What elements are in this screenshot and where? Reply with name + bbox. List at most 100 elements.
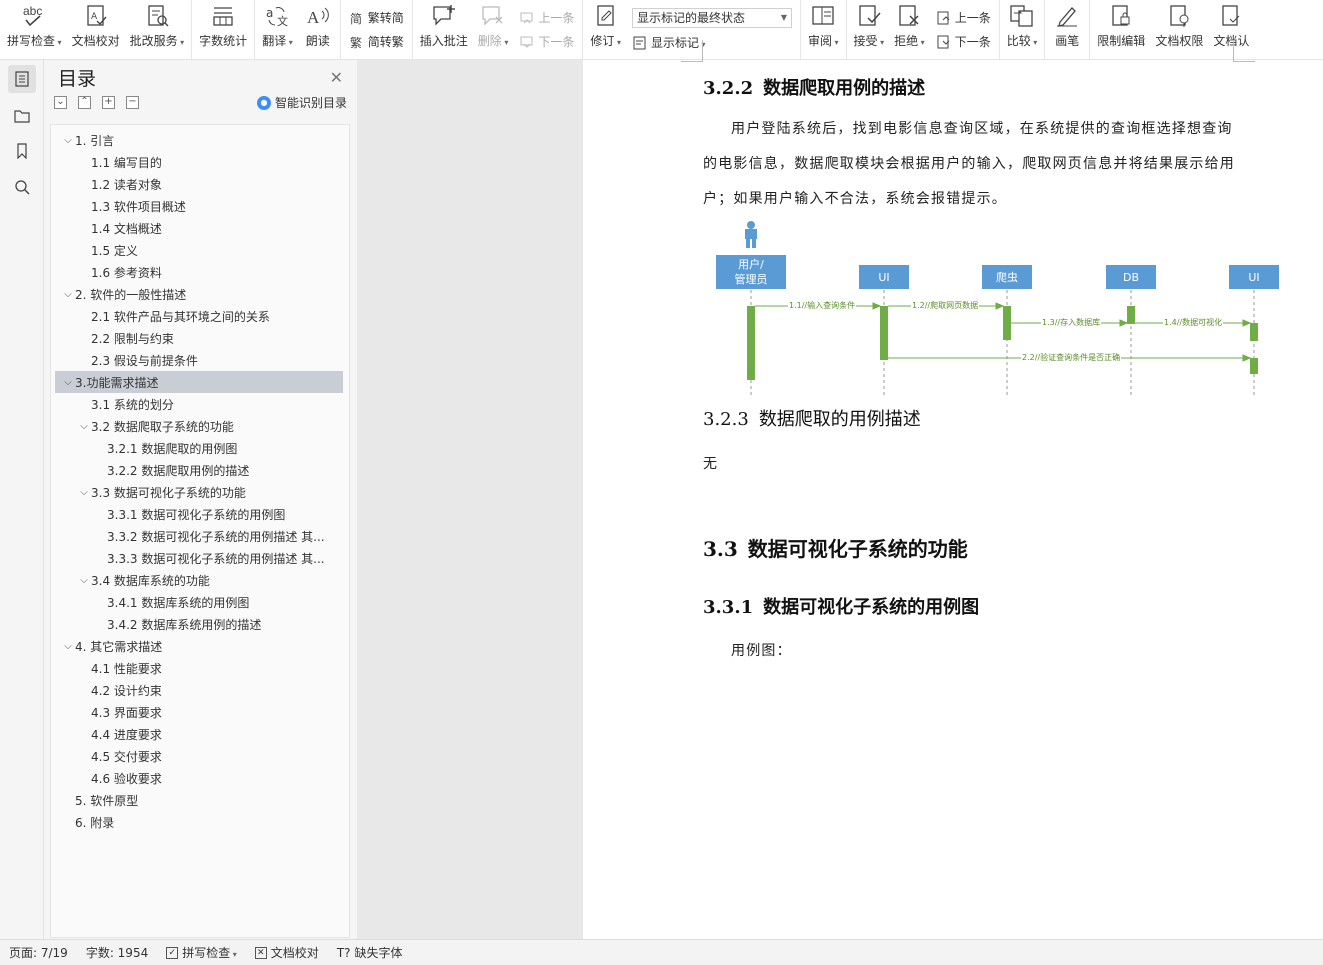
toc-item[interactable]: ⌵ 4. 其它需求描述 [55,635,343,657]
accept-button[interactable]: 接受 [849,0,890,59]
toc-item-label: 3.3.1 数据可视化子系统的用例图 [107,507,286,522]
toc-item[interactable]: 3.3.1 数据可视化子系统的用例图 [55,503,343,525]
expand-all-icon[interactable]: ⌄ [54,96,67,109]
next-change-button[interactable]: 下一条 [936,33,991,51]
toc-item[interactable]: ⌵ 3.功能需求描述 [55,371,343,393]
toc-item[interactable]: 4.5 交付要求 [55,745,343,767]
proofread-status[interactable]: ✕ 文档校对 [246,944,328,961]
delete-comment-button[interactable]: 删除 [473,0,514,59]
revise-button[interactable]: 修订 [585,0,626,59]
review-button[interactable]: 审阅 [803,0,844,59]
chevron-down-icon[interactable]: ⌵ [61,289,75,300]
insert-comment-icon [429,2,459,30]
toc-item[interactable]: 4.4 进度要求 [55,723,343,745]
page-indicator[interactable]: 页面: 7/19 [0,944,77,961]
chevron-down-icon[interactable]: ⌵ [61,377,75,388]
toc-item[interactable]: 1.6 参考资料 [55,261,343,283]
message-label: 1.3//存入数据库 [1041,317,1102,328]
reject-button[interactable]: 拒绝 [889,0,930,59]
toc-item[interactable]: 3.1 系统的划分 [55,393,343,415]
toc-item[interactable]: ⌵ 3.3 数据可视化子系统的功能 [55,481,343,503]
toc-item[interactable]: 2.2 限制与约束 [55,327,343,349]
toc-item-label: 1. 引言 [75,133,115,148]
ribbon-group-protect: 限制编辑 文档权限 文档认 [1090,0,1256,59]
chevron-down-icon[interactable]: ⌵ [61,641,75,652]
read-aloud-button[interactable]: A 朗读 [298,0,338,59]
missing-font-status[interactable]: T? 缺失字体 [328,944,412,961]
translate-button[interactable]: a文 翻译 [257,0,298,59]
toc-item-label: 4.1 性能要求 [91,661,162,676]
toc-item[interactable]: 3.2.1 数据爬取的用例图 [55,437,343,459]
toc-item[interactable]: ⌵ 3.4 数据库系统的功能 [55,569,343,591]
svg-text:简: 简 [350,12,362,25]
restrict-edit-button[interactable]: 限制编辑 [1092,0,1150,59]
insert-comment-button[interactable]: 插入批注 [415,0,473,59]
ink-label: 画笔 [1055,34,1080,48]
bookmark-icon[interactable] [8,137,36,165]
simp-to-trad-button[interactable]: 繁 简转繁 [349,33,404,51]
toc-item[interactable]: 3.3.2 数据可视化子系统的用例描述 其... [55,525,343,547]
show-markup-button[interactable]: 显示标记 [632,34,792,52]
toc-item[interactable]: 1.2 读者对象 [55,173,343,195]
toc-item[interactable]: ⌵ 2. 软件的一般性描述 [55,283,343,305]
ribbon-group-count: 字数统计 [192,0,256,59]
doc-proofread-button[interactable]: A 文档校对 [67,0,125,59]
markup-state-value: 显示标记的最终状态 [636,11,745,25]
toc-item[interactable]: 1.4 文档概述 [55,217,343,239]
chapter-icon[interactable] [8,101,36,129]
toc-item[interactable]: 6. 附录 [55,811,343,833]
collapse-all-icon[interactable]: ⌃ [78,96,91,109]
word-count-button[interactable]: 字数统计 [194,0,252,59]
toc-item[interactable]: 1.5 定义 [55,239,343,261]
toc-item[interactable]: 3.2.2 数据爬取用例的描述 [55,459,343,481]
toc-item[interactable]: 5. 软件原型 [55,789,343,811]
toc-item[interactable]: 4.1 性能要求 [55,657,343,679]
close-icon[interactable]: ✕ [330,68,343,87]
word-count-status[interactable]: 字数: 1954 [77,944,157,961]
trad-to-simp-button[interactable]: 简 繁转简 [349,9,404,27]
ribbon-group-compare: 比较 [1000,0,1046,59]
checkbox-icon: ✓ [166,946,179,959]
prev-comment-button[interactable]: 上一条 [519,9,574,27]
toc-item[interactable]: 3.3.3 数据可视化子系统的用例描述 其... [55,547,343,569]
doc-permission-button[interactable]: 文档权限 [1150,0,1208,59]
toc-item[interactable]: ⌵ 1. 引言 [55,129,343,151]
chevron-down-icon[interactable]: ⌵ [77,575,91,586]
doc-permission-label: 文档权限 [1155,34,1204,48]
toc-item[interactable]: 1.3 软件项目概述 [55,195,343,217]
promote-icon[interactable]: + [102,96,115,109]
document-page[interactable]: 3.2.2 数据爬取用例的描述 用户登陆系统后，找到电影信息查询区域，在系统提供的… [583,40,1323,939]
svg-text:繁: 繁 [350,35,362,49]
review-pane-icon [808,2,838,30]
spell-check-status[interactable]: ✓ 拼写检查 [157,944,246,961]
chevron-down-icon[interactable]: ⌵ [77,421,91,432]
toc-item[interactable]: 3.4.1 数据库系统的用例图 [55,591,343,613]
toc-item[interactable]: ⌵ 3.2 数据爬取子系统的功能 [55,415,343,437]
ribbon-group-proofing: abc 拼写检查 A 文档校对 批改服务 [0,0,193,59]
toc-item[interactable]: 4.3 界面要求 [55,701,343,723]
toc-item[interactable]: 2.1 软件产品与其环境之间的关系 [55,305,343,327]
search-icon[interactable] [8,173,36,201]
toc-panel-icon[interactable] [7,65,36,93]
demote-icon[interactable]: − [126,96,139,109]
markup-state-select[interactable]: 显示标记的最终状态 ▼ [631,7,792,28]
chevron-down-icon[interactable]: ⌵ [61,135,75,146]
compare-button[interactable]: 比较 [1002,0,1043,59]
spell-check-icon: abc [19,2,49,30]
correction-service-button[interactable]: 批改服务 [125,0,190,59]
spell-check-button[interactable]: abc 拼写检查 [2,0,67,59]
toc-item[interactable]: 1.1 编写目的 [55,151,343,173]
heading-text: 数据可视化子系统的功能 [747,537,968,561]
ink-button[interactable]: 画笔 [1047,0,1087,59]
prev-change-button[interactable]: 上一条 [936,9,991,27]
toc-item[interactable]: 2.3 假设与前提条件 [55,349,343,371]
chevron-down-icon[interactable]: ⌵ [77,487,91,498]
next-comment-button[interactable]: 下一条 [519,33,574,51]
ai-icon: ● [256,95,271,110]
toc-item[interactable]: 4.2 设计约束 [55,679,343,701]
toc-item[interactable]: 4.6 验收要求 [55,767,343,789]
message-label: 1.4//数据可视化 [1163,317,1224,328]
toc-item[interactable]: 3.4.2 数据库系统用例的描述 [55,613,343,635]
delete-comment-label: 删除 [478,32,509,49]
smart-toc-button[interactable]: ● 智能识别目录 [256,94,347,111]
